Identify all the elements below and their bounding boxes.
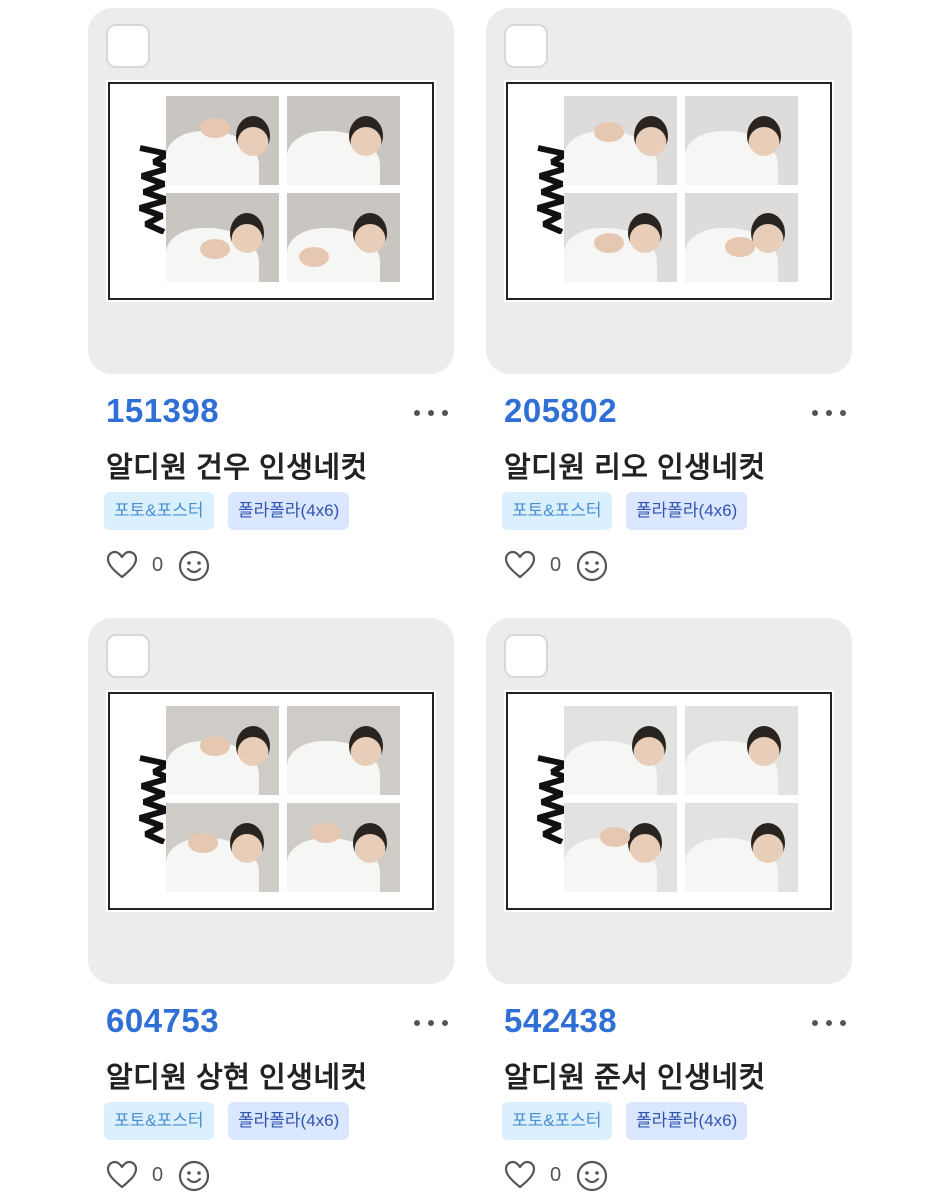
select-checkbox[interactable] xyxy=(504,634,548,678)
photo-print-image xyxy=(504,80,834,302)
smile-icon[interactable] xyxy=(178,550,210,582)
smile-icon[interactable] xyxy=(178,1160,210,1192)
heart-icon[interactable] xyxy=(504,1160,536,1190)
heart-icon[interactable] xyxy=(106,550,138,580)
photo xyxy=(564,706,677,795)
photo xyxy=(564,193,677,282)
category-tag[interactable]: 포토&포스터 xyxy=(104,1102,214,1140)
photo xyxy=(287,193,400,282)
like-count: 0 xyxy=(152,1164,164,1186)
photo-grid xyxy=(564,96,798,286)
category-tag[interactable]: 포토&포스터 xyxy=(104,492,214,530)
more-icon[interactable] xyxy=(812,408,846,418)
like-count: 0 xyxy=(152,554,164,576)
smile-icon[interactable] xyxy=(576,550,608,582)
photo xyxy=(685,706,798,795)
product-thumbnail[interactable] xyxy=(88,618,454,984)
option-tag[interactable]: 폴라폴라(4x6) xyxy=(626,1102,748,1140)
photo xyxy=(287,96,400,185)
like-count: 0 xyxy=(550,554,562,576)
category-tag[interactable]: 포토&포스터 xyxy=(502,1102,612,1140)
photo xyxy=(166,96,279,185)
more-icon[interactable] xyxy=(414,408,448,418)
card-actions: 0 xyxy=(504,548,624,584)
photo-print-image xyxy=(106,690,436,912)
smile-icon[interactable] xyxy=(576,1160,608,1192)
category-tag[interactable]: 포토&포스터 xyxy=(502,492,612,530)
photo-grid xyxy=(166,706,400,896)
like-count: 0 xyxy=(550,1164,562,1186)
photo xyxy=(685,193,798,282)
product-title[interactable]: 알디원 상현 인생네컷 xyxy=(106,1054,368,1096)
photo xyxy=(166,193,279,282)
product-title[interactable]: 알디원 건우 인생네컷 xyxy=(106,444,368,486)
option-tag[interactable]: 폴라폴라(4x6) xyxy=(626,492,748,530)
photo-grid xyxy=(166,96,400,286)
product-price: 604753 xyxy=(106,1002,220,1039)
photo xyxy=(685,96,798,185)
product-price: 205802 xyxy=(504,392,618,429)
more-icon[interactable] xyxy=(812,1018,846,1028)
photo-grid xyxy=(564,706,798,896)
select-checkbox[interactable] xyxy=(106,634,150,678)
product-price: 542438 xyxy=(504,1002,618,1039)
product-price: 151398 xyxy=(106,392,220,429)
photo-print-image xyxy=(504,690,834,912)
product-title[interactable]: 알디원 준서 인생네컷 xyxy=(504,1054,766,1096)
option-tag[interactable]: 폴라폴라(4x6) xyxy=(228,492,350,530)
heart-icon[interactable] xyxy=(504,550,536,580)
product-card[interactable]: 151398 알디원 건우 인생네컷 포토&포스터 폴라폴라(4x6) 0 xyxy=(88,8,454,582)
card-actions: 0 xyxy=(504,1158,624,1194)
photo-print-image xyxy=(106,80,436,302)
photo xyxy=(287,706,400,795)
more-icon[interactable] xyxy=(414,1018,448,1028)
photo xyxy=(287,803,400,892)
card-actions: 0 xyxy=(106,1158,226,1194)
photo xyxy=(564,96,677,185)
photo xyxy=(564,803,677,892)
product-title[interactable]: 알디원 리오 인생네컷 xyxy=(504,444,766,486)
product-thumbnail[interactable] xyxy=(88,8,454,374)
product-card[interactable]: 542438 알디원 준서 인생네컷 포토&포스터 폴라폴라(4x6) 0 xyxy=(486,618,852,1192)
product-thumbnail[interactable] xyxy=(486,618,852,984)
option-tag[interactable]: 폴라폴라(4x6) xyxy=(228,1102,350,1140)
photo xyxy=(685,803,798,892)
photo xyxy=(166,803,279,892)
photo xyxy=(166,706,279,795)
select-checkbox[interactable] xyxy=(504,24,548,68)
product-card[interactable]: 604753 알디원 상현 인생네컷 포토&포스터 폴라폴라(4x6) 0 xyxy=(88,618,454,1192)
product-card[interactable]: 205802 알디원 리오 인생네컷 포토&포스터 폴라폴라(4x6) 0 xyxy=(486,8,852,582)
select-checkbox[interactable] xyxy=(106,24,150,68)
product-thumbnail[interactable] xyxy=(486,8,852,374)
heart-icon[interactable] xyxy=(106,1160,138,1190)
card-actions: 0 xyxy=(106,548,226,584)
